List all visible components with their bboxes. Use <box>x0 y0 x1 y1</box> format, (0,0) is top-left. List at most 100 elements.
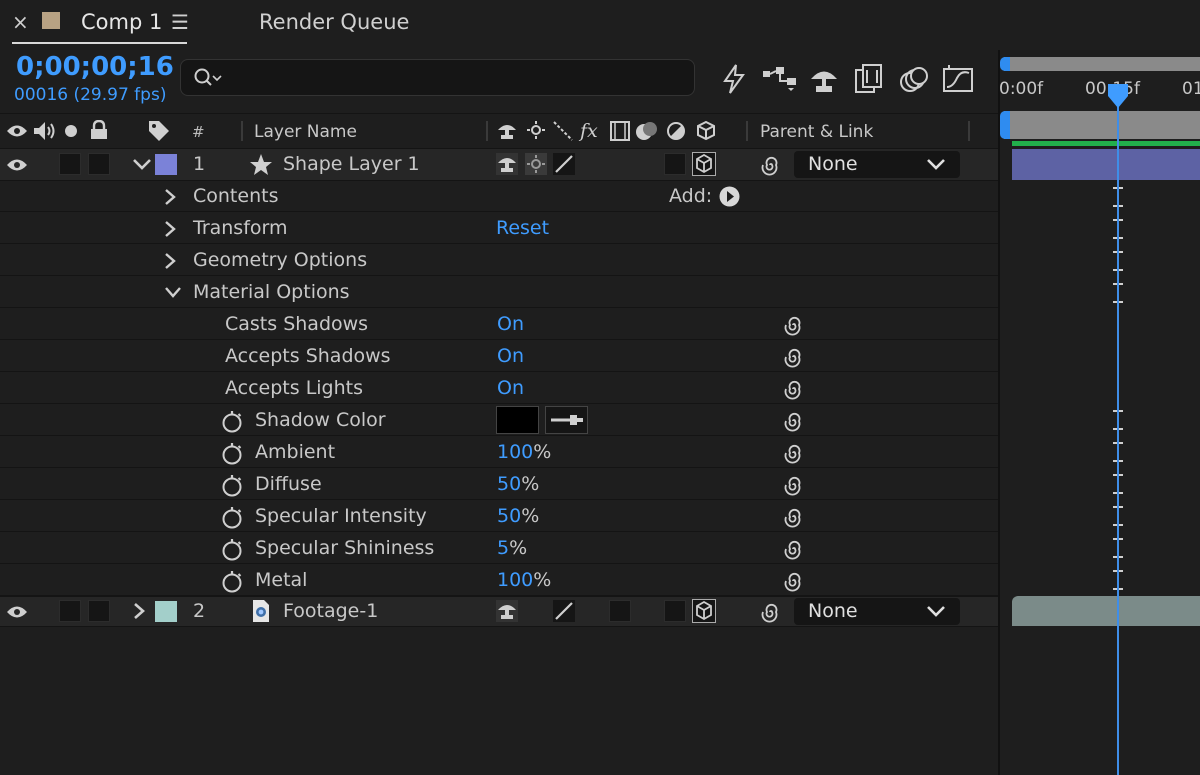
eye-icon[interactable] <box>6 124 28 138</box>
stopwatch-icon[interactable] <box>221 441 243 465</box>
property-value[interactable]: On <box>497 345 524 367</box>
playhead-handle-icon[interactable] <box>1106 82 1130 110</box>
eye-icon[interactable] <box>6 605 28 619</box>
layer-name[interactable]: Footage-1 <box>283 600 378 622</box>
close-icon[interactable]: × <box>12 10 29 34</box>
property-row-transform[interactable]: Transform Reset <box>0 213 998 244</box>
property-row-diffuse[interactable]: Diffuse 50% <box>0 469 998 500</box>
adjustment-switch[interactable] <box>664 600 686 622</box>
property-row-material-options[interactable]: Material Options <box>0 277 998 308</box>
eyedropper-icon[interactable] <box>545 406 588 434</box>
search-box[interactable] <box>180 59 695 96</box>
layer-label-color[interactable] <box>155 601 177 622</box>
pick-whip-icon[interactable] <box>783 410 805 432</box>
chevron-down-icon[interactable] <box>164 286 182 298</box>
label-icon[interactable] <box>148 120 170 142</box>
navigator-handle[interactable] <box>1000 57 1010 71</box>
chevron-right-icon[interactable] <box>133 602 145 620</box>
solo-icon[interactable] <box>64 124 78 138</box>
property-row-accepts-lights[interactable]: Accepts Lights On <box>0 373 998 404</box>
pick-whip-icon[interactable] <box>760 154 782 176</box>
cube-icon[interactable] <box>692 152 716 176</box>
property-value[interactable]: 100 <box>497 441 533 463</box>
property-value[interactable]: On <box>497 313 524 335</box>
graph-editor-icon[interactable] <box>943 64 975 94</box>
tab-render-queue[interactable]: Render Queue <box>259 10 409 34</box>
pick-whip-icon[interactable] <box>783 378 805 400</box>
solo-switch[interactable] <box>59 153 81 175</box>
lock-icon[interactable] <box>90 120 108 140</box>
solo-switch[interactable] <box>59 600 81 622</box>
chevron-right-icon[interactable] <box>164 220 176 238</box>
property-row-metal[interactable]: Metal 100% <box>0 565 998 596</box>
parent-dropdown[interactable]: None <box>794 598 960 625</box>
stopwatch-icon[interactable] <box>221 409 243 433</box>
pick-whip-icon[interactable] <box>783 442 805 464</box>
frame-blending-icon[interactable] <box>855 64 883 94</box>
draft-3d-icon[interactable] <box>722 64 746 94</box>
work-area-bar[interactable] <box>1000 111 1200 139</box>
property-value[interactable]: On <box>497 377 524 399</box>
property-value[interactable]: 5 <box>497 537 509 559</box>
property-row-contents[interactable]: Contents Add: <box>0 181 998 212</box>
quality-icon[interactable] <box>553 153 575 175</box>
layer-bar-shape-layer-1[interactable] <box>1012 149 1200 180</box>
property-row-shadow-color[interactable]: Shadow Color <box>0 405 998 436</box>
property-value[interactable]: 50 <box>497 505 521 527</box>
stopwatch-icon[interactable] <box>221 473 243 497</box>
property-row-geometry-options[interactable]: Geometry Options <box>0 245 998 276</box>
adjustment-switch[interactable] <box>664 153 686 175</box>
motion-blur-icon[interactable] <box>899 66 929 94</box>
lock-switch[interactable] <box>88 153 110 175</box>
panel-menu-icon[interactable]: ☰ <box>171 10 189 34</box>
stopwatch-icon[interactable] <box>221 569 243 593</box>
tab-comp-1[interactable]: Comp 1 <box>81 10 162 34</box>
flowchart-icon[interactable] <box>762 66 798 92</box>
layer-bar-footage-1[interactable] <box>1012 596 1200 626</box>
playhead-line[interactable] <box>1117 96 1119 775</box>
continuous-rasterize-icon[interactable] <box>525 153 547 175</box>
audio-icon[interactable] <box>33 121 57 141</box>
stopwatch-icon[interactable] <box>221 537 243 561</box>
color-swatch[interactable] <box>496 406 539 434</box>
property-row-specular-shininess[interactable]: Specular Shininess 5% <box>0 533 998 564</box>
parent-link-column-header[interactable]: Parent & Link <box>760 122 873 142</box>
layer-row-footage-1[interactable]: 2 Footage-1 None <box>0 596 998 627</box>
chevron-right-icon[interactable] <box>164 188 176 206</box>
pick-whip-icon[interactable] <box>760 601 782 623</box>
quality-icon[interactable] <box>553 600 575 622</box>
property-value[interactable]: 50 <box>497 473 521 495</box>
pick-whip-icon[interactable] <box>783 506 805 528</box>
current-time-display[interactable]: 0;00;00;16 <box>16 52 174 82</box>
pick-whip-icon[interactable] <box>783 474 805 496</box>
layer-row-shape-layer-1[interactable]: 1 Shape Layer 1 None <box>0 149 998 181</box>
pick-whip-icon[interactable] <box>783 538 805 560</box>
search-input[interactable] <box>233 65 673 91</box>
cube-icon[interactable] <box>692 599 716 623</box>
work-area-handle[interactable] <box>1000 111 1010 139</box>
parent-dropdown[interactable]: None <box>794 151 960 178</box>
lock-switch[interactable] <box>88 600 110 622</box>
property-value[interactable]: 100 <box>497 569 533 591</box>
timeline-navigator[interactable] <box>1000 57 1200 71</box>
layer-name-column-header[interactable]: Layer Name <box>254 122 357 142</box>
pick-whip-icon[interactable] <box>783 570 805 592</box>
chevron-down-icon[interactable] <box>132 157 152 171</box>
reset-link[interactable]: Reset <box>496 217 549 239</box>
add-menu-icon[interactable] <box>719 186 740 207</box>
property-row-accepts-shadows[interactable]: Accepts Shadows On <box>0 341 998 372</box>
layer-name[interactable]: Shape Layer 1 <box>283 153 420 175</box>
property-row-casts-shadows[interactable]: Casts Shadows On <box>0 309 998 340</box>
shy-icon[interactable] <box>496 600 518 622</box>
layer-label-color[interactable] <box>155 154 177 175</box>
chevron-right-icon[interactable] <box>164 252 176 270</box>
property-row-specular-intensity[interactable]: Specular Intensity 50% <box>0 501 998 532</box>
pick-whip-icon[interactable] <box>783 314 805 336</box>
motion-blur-switch[interactable] <box>609 600 631 622</box>
eye-icon[interactable] <box>6 158 28 172</box>
shy-icon[interactable] <box>809 66 839 94</box>
stopwatch-icon[interactable] <box>221 505 243 529</box>
shy-icon[interactable] <box>496 153 518 175</box>
property-row-ambient[interactable]: Ambient 100% <box>0 437 998 468</box>
pick-whip-icon[interactable] <box>783 346 805 368</box>
